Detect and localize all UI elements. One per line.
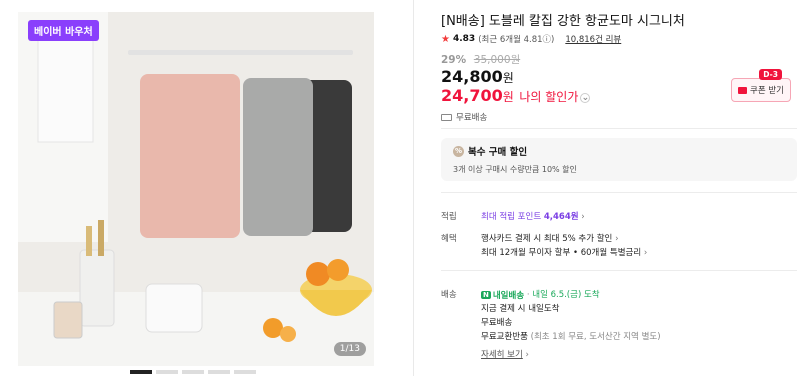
delivery-line-3: 무료교환반품 (최초 1회 무료, 도서산간 지역 별도) [481,330,661,342]
delivery-line-2: 무료배송 [481,318,513,328]
coupon-icon [738,86,747,94]
discount-icon: % [453,145,464,157]
divider [441,128,797,129]
review-count-link[interactable]: 10,816건 리뷰 [565,33,621,45]
benefits-label: 혜택 [441,234,457,244]
coupon-deadline-tag: D-3 [759,69,782,80]
rating-score: 4.83 [452,34,476,44]
next-day-badge: N 내일배송 [481,289,524,301]
my-price-label: 나의 할인가 [519,90,579,104]
chevron-down-icon[interactable]: ⌄ [580,93,591,103]
my-discount-price[interactable]: 24,700원 나의 할인가 ⌄ [441,86,591,105]
coupon-label: 쿠폰 받기 [750,86,784,96]
won-unit: 원 [502,71,514,85]
thumb-indicator[interactable] [182,370,204,374]
benefit-line-2: 최대 12개월 무이자 할부 • 60개월 특별금리 [481,248,642,258]
won-unit: 원 [502,90,514,104]
thumb-indicator[interactable] [156,370,178,374]
naver-n-icon: N [481,291,491,299]
discount-rate: 29% [441,54,467,66]
delivery-line-1: 지금 결제 시 내일도착 [481,304,560,314]
free-return-note: (최초 1회 무료, 도서산간 지역 별도) [530,332,661,342]
image-counter: 1/13 [333,342,366,356]
star-icon: ★ [441,33,450,45]
truck-icon [441,113,452,121]
next-day-badge-text: 내일배송 [492,291,525,301]
divider [413,0,414,376]
chevron-right-icon: › [525,350,529,360]
voucher-badge: 베이버 바우처 [28,20,99,41]
benefit-line-1: 행사카드 결제 시 최대 5% 추가 할인 [481,234,613,244]
chevron-right-icon: › [643,248,648,258]
sale-price-value: 24,800 [441,67,503,86]
points-text: 최대 적립 포인트 [481,212,542,222]
product-title: [N배송] 도블레 칼집 강한 항균도마 시그니처 [441,14,685,29]
free-shipping-row: 무료배송 [441,111,487,123]
chevron-right-icon: › [581,212,585,222]
product-photo [18,12,374,366]
free-return-text: 무료교환반품 [481,332,528,342]
sale-price: 24,800원 [441,67,514,86]
points-label: 적립 [441,212,457,222]
delivery-label: 배송 [441,290,457,300]
discount-row: 29% 35,000원 [441,52,520,67]
benefit-card-link[interactable]: 행사카드 결제 시 최대 5% 추가 할인 › [481,232,618,244]
rating-row[interactable]: ★ 4.83 (최근 6개월 4.81ⓘ) 10,816건 리뷰 [441,33,621,46]
coupon-button[interactable]: D-3 쿠폰 받기 [731,69,791,102]
benefit-installment-link[interactable]: 최대 12개월 무이자 할부 • 60개월 특별금리 › [481,246,647,258]
thumb-indicator[interactable] [130,370,152,374]
bulk-discount-desc: 3개 이상 구매시 수량만큼 10% 할인 [453,165,577,174]
delivery-date: 내일 6.5.(금) 도착 [532,290,600,300]
my-price-value: 24,700 [441,86,503,105]
original-price: 35,000원 [473,54,521,66]
points-value: 4,464원 [543,212,579,222]
more-details-text: 자세히 보기 [481,350,523,360]
product-image[interactable]: 베이버 바우처 1/13 [18,12,374,366]
bulk-discount-title: % 복수 구매 할인 [453,144,785,158]
points-link[interactable]: 최대 적립 포인트 4,464원 › [481,210,585,222]
separator-dot: · [526,290,530,300]
free-shipping-label: 무료배송 [456,113,488,123]
thumb-indicator[interactable] [208,370,230,374]
gallery-indicator[interactable] [130,370,256,374]
bulk-discount-box: % 복수 구매 할인 3개 이상 구매시 수량만큼 10% 할인 [441,138,797,181]
chevron-right-icon: › [615,234,619,244]
rating-recent: (최근 6개월 4.81ⓘ) [478,35,555,45]
delivery-date-row: N 내일배송 · 내일 6.5.(금) 도착 [481,288,600,301]
divider [441,270,797,271]
bulk-title-text: 복수 구매 할인 [468,147,528,158]
delivery-more-link[interactable]: 자세히 보기 › [481,348,529,360]
divider [441,192,797,193]
thumb-indicator[interactable] [234,370,256,374]
